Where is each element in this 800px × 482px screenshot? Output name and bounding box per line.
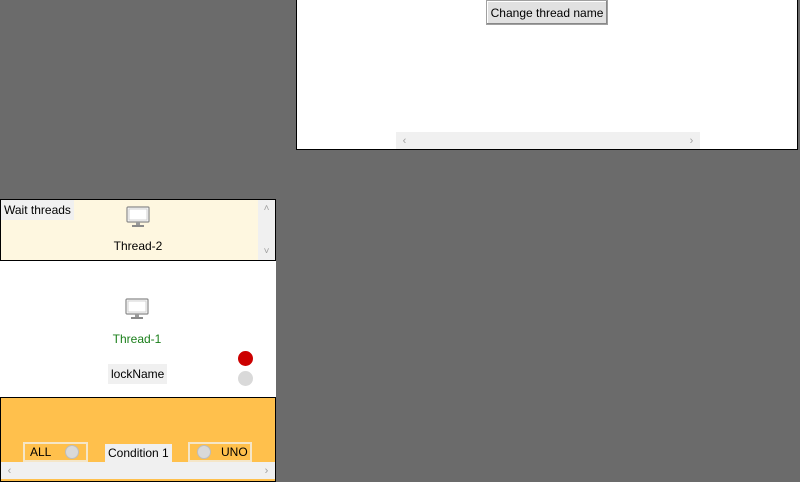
lock-visualizer: Wait threads Thread-2 ˄ ˅ Thread-1 lockN… [0, 199, 276, 482]
notify-one-button[interactable]: UNO [188, 442, 252, 462]
notify-all-button[interactable]: ALL [23, 442, 88, 462]
notify-one-label: UNO [221, 445, 248, 459]
scroll-left-icon[interactable]: ‹ [396, 132, 413, 149]
lock-name-label: lockName [108, 364, 168, 384]
condition-label: Condition 1 [105, 444, 172, 462]
wait-threads-panel: Wait threads Thread-2 ˄ ˅ [0, 199, 276, 261]
monitor-icon[interactable] [124, 297, 150, 321]
horizontal-scrollbar[interactable]: ‹ › [1, 462, 275, 479]
wait-threads-label: Wait threads [1, 200, 74, 220]
wait-thread-name: Thread-2 [113, 239, 163, 253]
scroll-right-icon[interactable]: › [258, 462, 275, 479]
scroll-up-icon[interactable]: ˄ [258, 200, 275, 217]
vertical-scrollbar[interactable]: ˄ ˅ [258, 200, 275, 260]
owner-thread-name: Thread-1 [112, 332, 162, 346]
thread-control-panel: Change thread name ‹ › [296, 0, 798, 150]
lock-held-indicator-icon [238, 351, 253, 366]
horizontal-scrollbar[interactable]: ‹ › [396, 132, 700, 149]
condition-panel: ALL Condition 1 UNO ‹ › [0, 397, 276, 482]
notify-all-label: ALL [30, 445, 52, 459]
toggle-knob-icon [197, 445, 211, 459]
scroll-right-icon[interactable]: › [683, 132, 700, 149]
monitor-icon[interactable] [125, 205, 151, 229]
toggle-knob-icon [65, 445, 80, 459]
lock-owner-panel: Thread-1 lockName [0, 261, 276, 397]
scroll-left-icon[interactable]: ‹ [1, 462, 18, 479]
scroll-down-icon[interactable]: ˅ [258, 243, 275, 260]
lock-free-indicator-icon [238, 371, 253, 386]
change-thread-name-button[interactable]: Change thread name [486, 0, 608, 25]
